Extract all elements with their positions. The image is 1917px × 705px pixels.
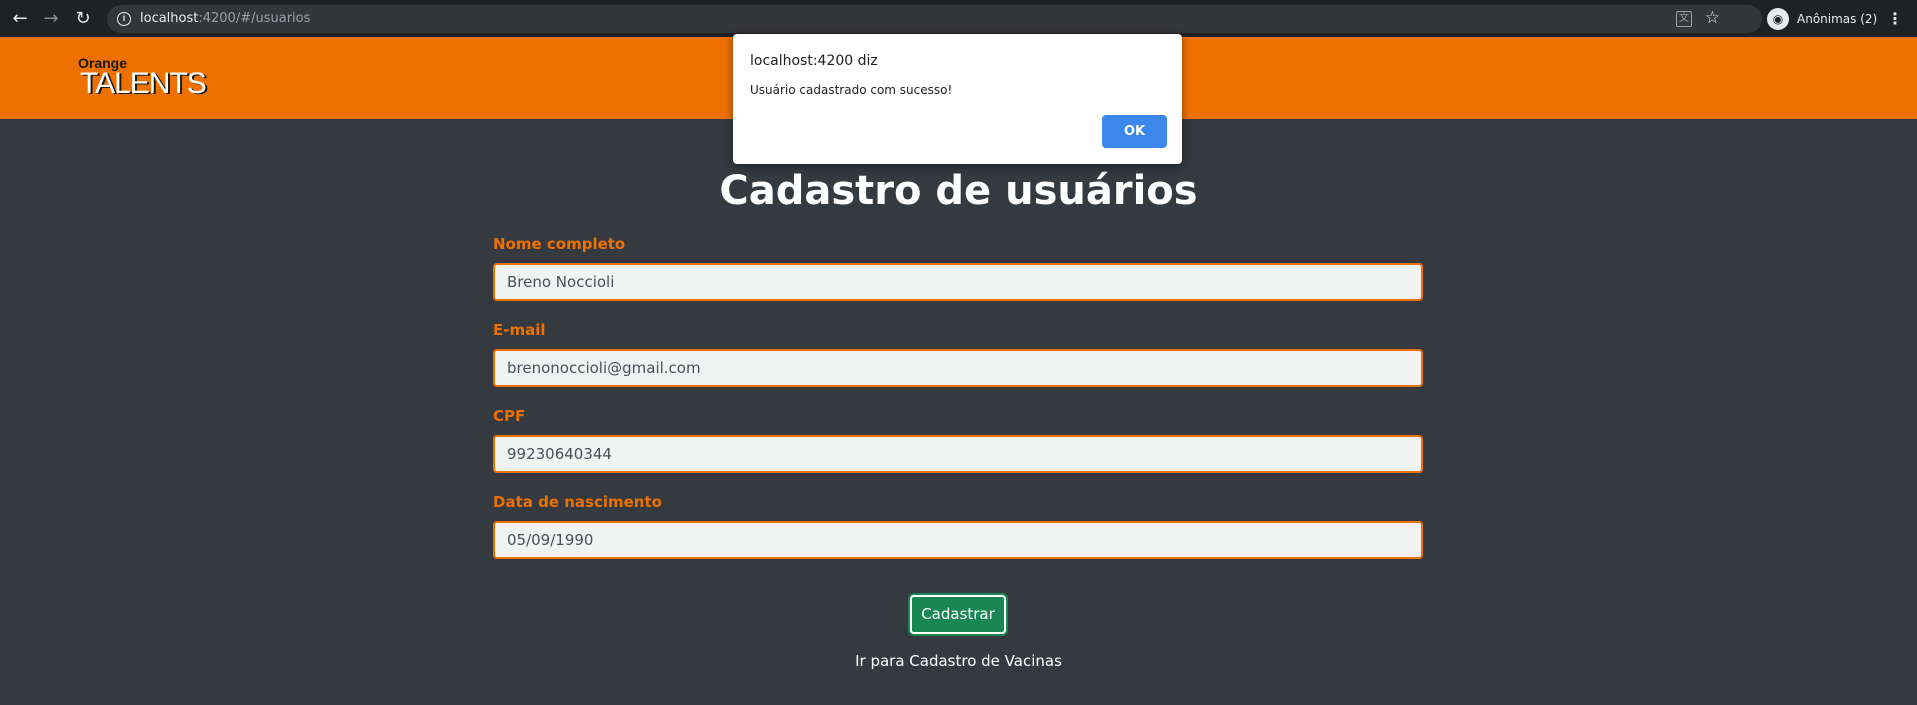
profile-label: Anônimas (2) — [1797, 12, 1878, 26]
dialog-message: Usuário cadastrado com sucesso! — [750, 83, 953, 97]
email-label: E-mail — [493, 321, 546, 339]
arrow-back-icon[interactable]: ← — [8, 7, 32, 31]
full-name-label: Nome completo — [493, 235, 626, 253]
full-name-input[interactable]: Breno Noccioli — [493, 263, 1423, 301]
translate-icon[interactable]: 文 — [1676, 11, 1692, 27]
birthdate-label: Data de nascimento — [493, 493, 662, 511]
browser-toolbar: ← → ↻ i localhost:4200/#/usuarios 文 ☆ ◉ … — [0, 0, 1917, 37]
orange-talents-logo: Orange TALENTS — [78, 55, 238, 105]
arrow-forward-icon[interactable]: → — [39, 7, 63, 31]
logo-big-text: TALENTS — [80, 67, 207, 100]
reload-icon[interactable]: ↻ — [71, 7, 95, 31]
incognito-icon: ◉ — [1767, 8, 1789, 30]
alert-dialog: localhost:4200 diz Usuário cadastrado co… — [733, 34, 1182, 164]
birthdate-input[interactable]: 05/09/1990 — [493, 521, 1423, 559]
cpf-input[interactable]: 99230640344 — [493, 435, 1423, 473]
vaccine-registration-link[interactable]: Ir para Cadastro de Vacinas — [0, 652, 1917, 670]
cpf-label: CPF — [493, 407, 526, 425]
url-path: :4200/#/usuarios — [198, 11, 311, 26]
url-text[interactable]: localhost:4200/#/usuarios — [140, 11, 310, 26]
profile-button[interactable]: ◉ Anônimas (2) — [1767, 7, 1877, 31]
kebab-menu-icon[interactable]: ⋮ — [1887, 8, 1903, 30]
register-button[interactable]: Cadastrar — [910, 595, 1006, 634]
user-registration-form: Nome completo Breno Noccioli E-mail bren… — [493, 232, 1423, 576]
url-host: localhost — [140, 11, 199, 26]
star-icon[interactable]: ☆ — [1705, 8, 1720, 28]
dialog-ok-button[interactable]: OK — [1102, 115, 1167, 148]
address-bar[interactable]: i localhost:4200/#/usuarios 文 ☆ — [107, 5, 1762, 33]
email-input[interactable]: brenonoccioli@gmail.com — [493, 349, 1423, 387]
page-title: Cadastro de usuários — [719, 168, 1198, 214]
dialog-title: localhost:4200 diz — [750, 53, 878, 69]
info-icon[interactable]: i — [117, 12, 131, 26]
